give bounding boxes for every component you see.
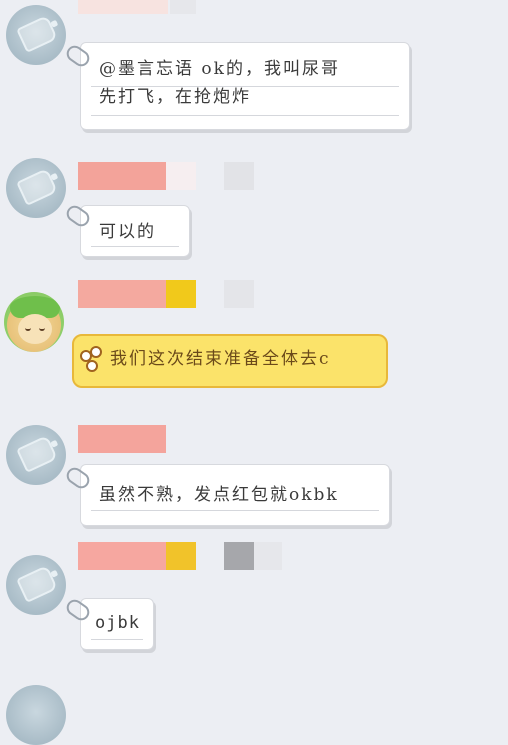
bottle-icon <box>16 15 58 53</box>
message-text: ojbk <box>95 613 140 633</box>
sticker-dots-icon <box>80 346 106 372</box>
message-bubble[interactable]: @墨言忘语 ok的，我叫尿哥 先打飞，在抢炮炸 <box>80 42 410 130</box>
name-redacted <box>78 162 278 190</box>
bottle-icon <box>16 168 58 206</box>
face-shape <box>18 314 52 344</box>
avatar[interactable] <box>6 425 66 485</box>
name-redacted-top <box>78 0 198 14</box>
bottle-icon <box>16 565 58 603</box>
avatar-partial <box>6 685 66 745</box>
bottle-icon <box>16 435 58 473</box>
bubble-rule <box>91 115 399 116</box>
message-text: @墨言忘语 ok的，我叫尿哥 先打飞，在抢炮炸 <box>99 59 340 107</box>
avatar[interactable] <box>6 555 66 615</box>
message-bubble[interactable]: 可以的 <box>80 205 190 257</box>
name-redacted <box>78 542 288 570</box>
avatar[interactable] <box>6 158 66 218</box>
bubble-rule <box>91 510 379 511</box>
message-bubble[interactable]: ojbk <box>80 598 154 650</box>
avatar[interactable] <box>4 292 64 352</box>
name-redacted <box>78 280 278 308</box>
bubble-rule <box>91 246 179 247</box>
name-redacted <box>78 425 198 453</box>
message-bubble-yellow[interactable]: 我们这次结束准备全体去c <box>72 334 388 388</box>
message-text: 虽然不熟，发点红包就okbk <box>99 485 339 505</box>
message-text: 我们这次结束准备全体去c <box>110 349 331 369</box>
message-text: 可以的 <box>99 222 156 242</box>
bubble-rule <box>91 639 143 640</box>
message-bubble[interactable]: 虽然不熟，发点红包就okbk <box>80 464 390 526</box>
avatar[interactable] <box>6 5 66 65</box>
